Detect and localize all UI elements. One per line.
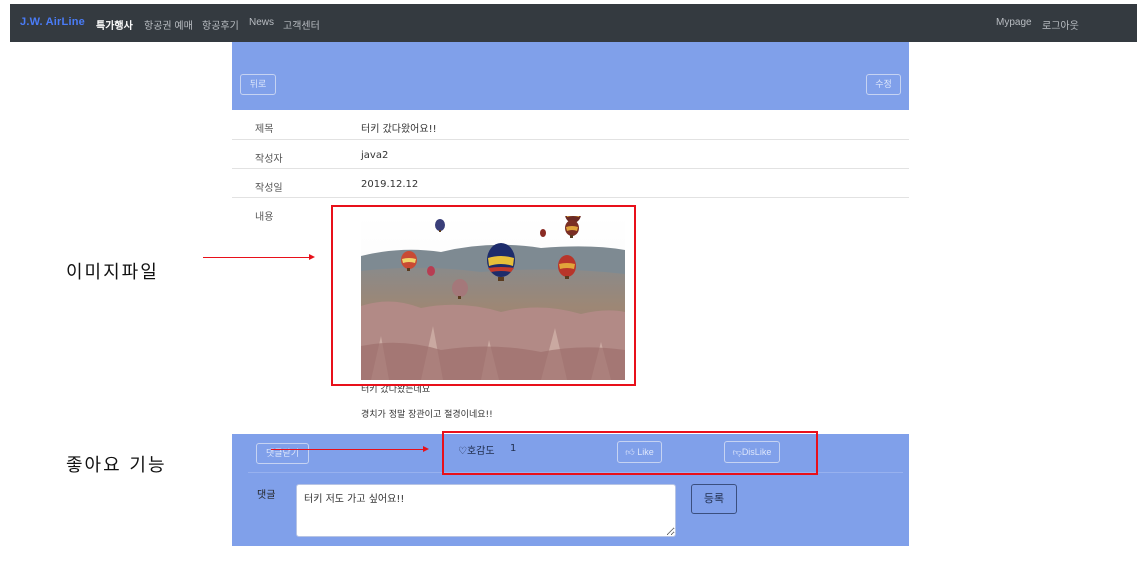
author-label: 작성자 (255, 154, 283, 165)
title-value: 터키 갔다왔어요!! (361, 124, 437, 135)
content-line-2: 경치가 정말 장관이고 절경이네요!! (361, 410, 493, 420)
content-label: 내용 (255, 212, 274, 223)
annotation-box-image (331, 205, 636, 386)
annotation-image-file: 이미지파일 (66, 262, 159, 283)
annotation-arrowhead-image (309, 254, 315, 260)
nav-mypage[interactable]: Mypage (996, 17, 1032, 28)
close-comments-button[interactable]: 댓글닫기 (256, 443, 309, 464)
author-row: 작성자 java2 (232, 140, 909, 169)
back-button[interactable]: 뒤로 (240, 74, 276, 95)
author-value: java2 (361, 150, 389, 161)
date-row: 작성일 2019.12.12 (232, 169, 909, 198)
annotation-arrow-like (271, 449, 423, 450)
title-row: 제목 터키 갔다왔어요!! (232, 110, 909, 140)
nav-reviews[interactable]: 항공후기 (202, 17, 239, 32)
nav-customer-center[interactable]: 고객센터 (283, 17, 320, 32)
comment-label: 댓글 (257, 490, 276, 501)
brand-logo[interactable]: J.W. AirLine (20, 16, 85, 28)
post-header-band: 뒤로 수정 (232, 42, 909, 110)
date-value: 2019.12.12 (361, 179, 419, 190)
edit-button[interactable]: 수정 (866, 74, 901, 95)
annotation-arrow-image (203, 257, 309, 258)
annotation-like-feature: 좋아요 기능 (66, 455, 167, 476)
submit-comment-button[interactable]: 등록 (691, 484, 737, 514)
nav-news[interactable]: News (249, 17, 274, 28)
nav-ticket-booking[interactable]: 항공권 예매 (144, 17, 193, 32)
annotation-arrowhead-like (423, 446, 429, 452)
date-label: 작성일 (255, 183, 283, 194)
comment-input[interactable] (296, 484, 676, 537)
nav-logout[interactable]: 로그아웃 (1042, 17, 1079, 32)
annotation-box-like (442, 431, 818, 475)
nav-special-event[interactable]: 특가행사 (96, 17, 133, 32)
top-navbar: J.W. AirLine 특가행사 항공권 예매 항공후기 News 고객센터 … (10, 4, 1137, 42)
title-label: 제목 (255, 124, 274, 135)
